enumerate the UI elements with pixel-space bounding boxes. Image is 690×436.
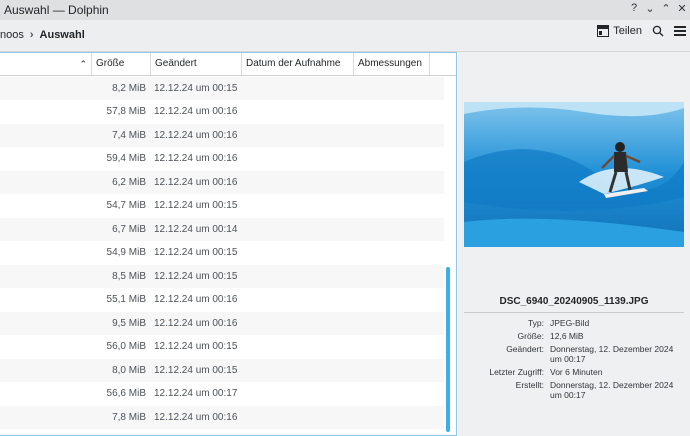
file-modified-date: 12.12.24 um 00:14 <box>154 223 238 235</box>
title-bar: Auswahl — Dolphin ? ⌄ ⌃ ✕ <box>0 0 690 20</box>
table-row[interactable]: 7,8 MiB 12.12.24 um 00:16 <box>0 405 444 429</box>
file-modified-date: 12.12.24 um 00:16 <box>154 129 238 141</box>
file-modified-date: 12.12.24 um 00:15 <box>154 200 238 211</box>
close-button[interactable]: ✕ <box>676 2 688 15</box>
share-icon <box>597 25 610 37</box>
file-size: 56,6 MiB <box>106 388 146 399</box>
table-row[interactable]: 8,5 MiB 12.12.24 um 00:15 <box>0 264 444 288</box>
file-modified-date: 12.12.24 um 00:16 <box>154 317 238 329</box>
table-row[interactable]: 57,8 MiB 12.12.24 um 00:16 <box>0 100 444 124</box>
table-row[interactable]: 54,7 MiB 12.12.24 um 00:15 <box>0 194 444 218</box>
maximize-button[interactable]: ⌃ <box>660 2 672 15</box>
table-row[interactable]: 56,6 MiB 12.12.24 um 00:17 <box>0 382 444 406</box>
meta-value-type: JPEG-Bild <box>550 318 590 328</box>
help-button[interactable]: ? <box>628 2 640 15</box>
meta-label-created: Erstellt: <box>515 380 544 390</box>
table-row[interactable]: 6,7 MiB 12.12.24 um 00:14 <box>0 217 444 241</box>
file-modified-date: 12.12.24 um 00:15 <box>154 270 238 282</box>
file-size: 6,2 MiB <box>112 176 146 188</box>
column-header-name[interactable]: ⌃ <box>0 53 92 75</box>
file-list-panel[interactable]: 57,5 MiB12.12.24 um 00:168,2 MiB12.12.24… <box>0 52 457 436</box>
file-modified-date: 12.12.24 um 00:16 <box>154 176 238 188</box>
column-header-size[interactable]: Größe <box>92 53 151 75</box>
file-size: 6,7 MiB <box>112 223 146 235</box>
file-size: 54,9 MiB <box>106 247 146 258</box>
file-size: 7,8 MiB <box>112 411 146 423</box>
scrollbar-handle[interactable] <box>446 267 450 432</box>
file-size: 9,5 MiB <box>112 317 146 329</box>
share-button[interactable]: Teilen <box>597 25 642 37</box>
file-size: 8,0 MiB <box>112 364 146 376</box>
search-icon[interactable] <box>652 25 664 37</box>
file-size: 8,5 MiB <box>112 270 146 282</box>
breadcrumb-current[interactable]: Auswahl <box>40 29 85 41</box>
column-header: ⌃ Größe Geändert Datum der Aufnahme Abme… <box>0 53 456 76</box>
file-size: 57,8 MiB <box>106 106 146 117</box>
divider <box>464 312 684 313</box>
breadcrumb: noos › Auswahl <box>0 29 85 41</box>
column-header-date-taken[interactable]: Datum der Aufnahme <box>242 53 354 75</box>
column-header-dimensions[interactable]: Abmessungen <box>354 53 430 75</box>
sort-up-icon: ⌃ <box>79 59 87 69</box>
meta-value-created: Donnerstag, 12. Dezember 2024 um 00:17 <box>550 380 674 400</box>
column-header-modified[interactable]: Geändert <box>151 53 242 75</box>
file-size: 8,2 MiB <box>112 82 146 94</box>
file-modified-date: 12.12.24 um 00:16 <box>154 153 238 164</box>
table-row[interactable]: 59,4 MiB 12.12.24 um 00:16 <box>0 147 444 171</box>
minimize-button[interactable]: ⌄ <box>644 2 656 15</box>
file-modified-date: 12.12.24 um 00:15 <box>154 341 238 352</box>
meta-value-size: 12,6 MiB <box>550 331 584 341</box>
file-modified-date: 12.12.24 um 00:16 <box>154 106 238 117</box>
image-preview <box>464 102 684 247</box>
table-row[interactable]: 54,9 MiB 12.12.24 um 00:15 <box>0 241 444 265</box>
table-row[interactable]: 6,2 MiB 12.12.24 um 00:16 <box>0 170 444 194</box>
meta-label-type: Typ: <box>527 318 544 328</box>
meta-label-size: Größe: <box>517 331 544 341</box>
file-size: 55,1 MiB <box>106 294 146 305</box>
window-title: Auswahl — Dolphin <box>4 3 109 17</box>
table-row[interactable]: 8,2 MiB 12.12.24 um 00:15 <box>0 76 444 100</box>
file-size: 7,4 MiB <box>112 129 146 141</box>
file-modified-date: 12.12.24 um 00:16 <box>154 294 238 305</box>
meta-value-modified: Donnerstag, 12. Dezember 2024 um 00:17 <box>550 344 674 364</box>
table-row[interactable]: 55,1 MiB 12.12.24 um 00:16 <box>0 288 444 312</box>
file-modified-date: 12.12.24 um 00:17 <box>154 388 238 399</box>
meta-label-modified: Geändert: <box>506 344 544 354</box>
breadcrumb-parent[interactable]: noos <box>0 29 24 41</box>
file-modified-date: 12.12.24 um 00:16 <box>154 411 238 423</box>
window-controls: ? ⌄ ⌃ ✕ <box>628 2 688 15</box>
hamburger-menu-icon[interactable] <box>674 25 686 37</box>
file-metadata: Typ: JPEG-Bild Größe: 12,6 MiB Geändert: Do… <box>458 318 690 403</box>
table-row[interactable]: 56,0 MiB 12.12.24 um 00:15 <box>0 335 444 359</box>
file-modified-date: 12.12.24 um 00:15 <box>154 364 238 376</box>
information-panel: DSC_6940_20240905_1139.JPG Typ: JPEG-Bild… <box>458 52 690 436</box>
file-size: 54,7 MiB <box>106 200 146 211</box>
file-size: 59,4 MiB <box>106 153 146 164</box>
file-modified-date: 12.12.24 um 00:15 <box>154 247 238 258</box>
file-modified-date: 12.12.24 um 00:15 <box>154 82 238 94</box>
file-size: 56,0 MiB <box>106 341 146 352</box>
meta-label-accessed: Letzter Zugriff: <box>489 367 544 377</box>
breadcrumb-separator: › <box>29 29 34 41</box>
share-label: Teilen <box>613 25 642 37</box>
file-name: DSC_6940_20240905_1139.JPG <box>499 296 649 307</box>
toolbar: noos › Auswahl Teilen <box>0 20 690 52</box>
table-row[interactable]: 7,4 MiB 12.12.24 um 00:16 <box>0 123 444 147</box>
table-row[interactable]: 9,5 MiB 12.12.24 um 00:16 <box>0 311 444 335</box>
table-row[interactable]: 8,0 MiB 12.12.24 um 00:15 <box>0 358 444 382</box>
meta-value-accessed: Vor 6 Minuten <box>550 367 603 377</box>
